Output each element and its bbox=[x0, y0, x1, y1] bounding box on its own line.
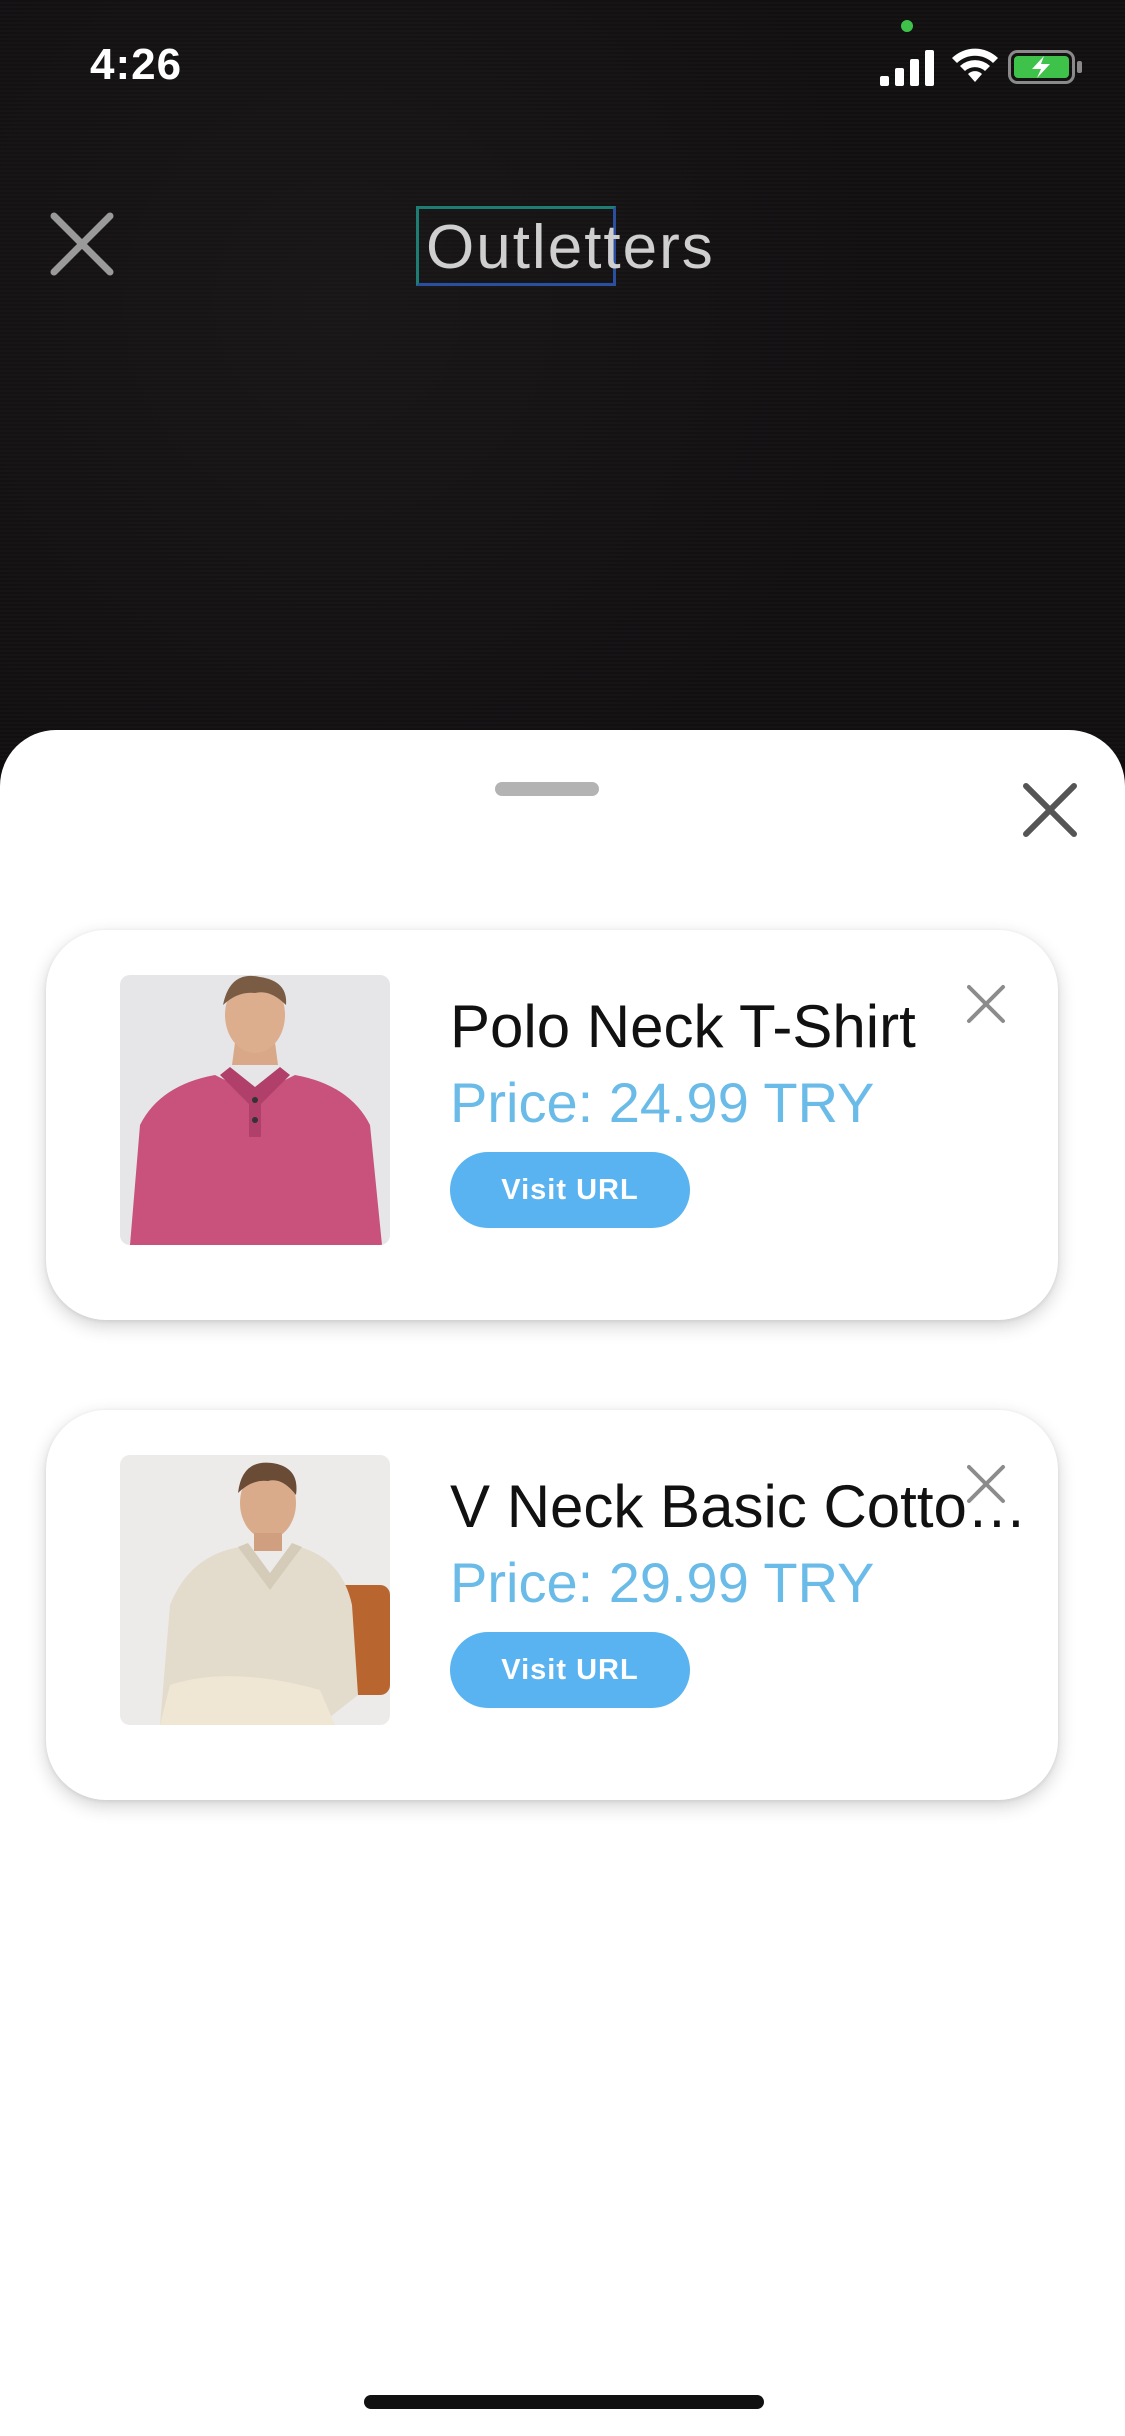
product-image bbox=[120, 1455, 390, 1725]
product-title: V Neck Basic Cotto… bbox=[450, 1473, 1027, 1540]
visit-url-button[interactable]: Visit URL bbox=[450, 1632, 690, 1708]
close-icon[interactable] bbox=[964, 1462, 1008, 1506]
brand-logo: Outletters bbox=[416, 200, 756, 290]
wifi-icon bbox=[952, 48, 998, 82]
home-indicator[interactable] bbox=[364, 2395, 764, 2409]
product-image bbox=[120, 975, 390, 1245]
product-title: Polo Neck T-Shirt bbox=[450, 993, 916, 1060]
product-price: Price: 29.99 TRY bbox=[450, 1551, 875, 1614]
sheet-drag-handle[interactable] bbox=[495, 782, 599, 796]
status-time: 4:26 bbox=[90, 40, 183, 89]
product-card[interactable]: Polo Neck T-Shirt Price: 24.99 TRY Visit… bbox=[46, 930, 1058, 1320]
close-icon[interactable] bbox=[964, 982, 1008, 1026]
brand-name: Outletters bbox=[426, 213, 715, 282]
signal-icon bbox=[880, 50, 934, 86]
visit-url-button[interactable]: Visit URL bbox=[450, 1152, 690, 1228]
status-bar: 4:26 bbox=[0, 0, 1125, 140]
product-price: Price: 24.99 TRY bbox=[450, 1071, 875, 1134]
product-photo-vneck bbox=[120, 1455, 390, 1725]
battery-charging-icon bbox=[1008, 50, 1082, 84]
product-card[interactable]: V Neck Basic Cotto… Price: 29.99 TRY Vis… bbox=[46, 1410, 1058, 1800]
product-results-sheet: Polo Neck T-Shirt Price: 24.99 TRY Visit… bbox=[0, 730, 1125, 2436]
close-icon[interactable] bbox=[50, 212, 114, 276]
product-photo-polo bbox=[120, 975, 390, 1245]
close-icon[interactable] bbox=[1020, 780, 1080, 840]
camera-in-use-indicator bbox=[901, 20, 913, 32]
